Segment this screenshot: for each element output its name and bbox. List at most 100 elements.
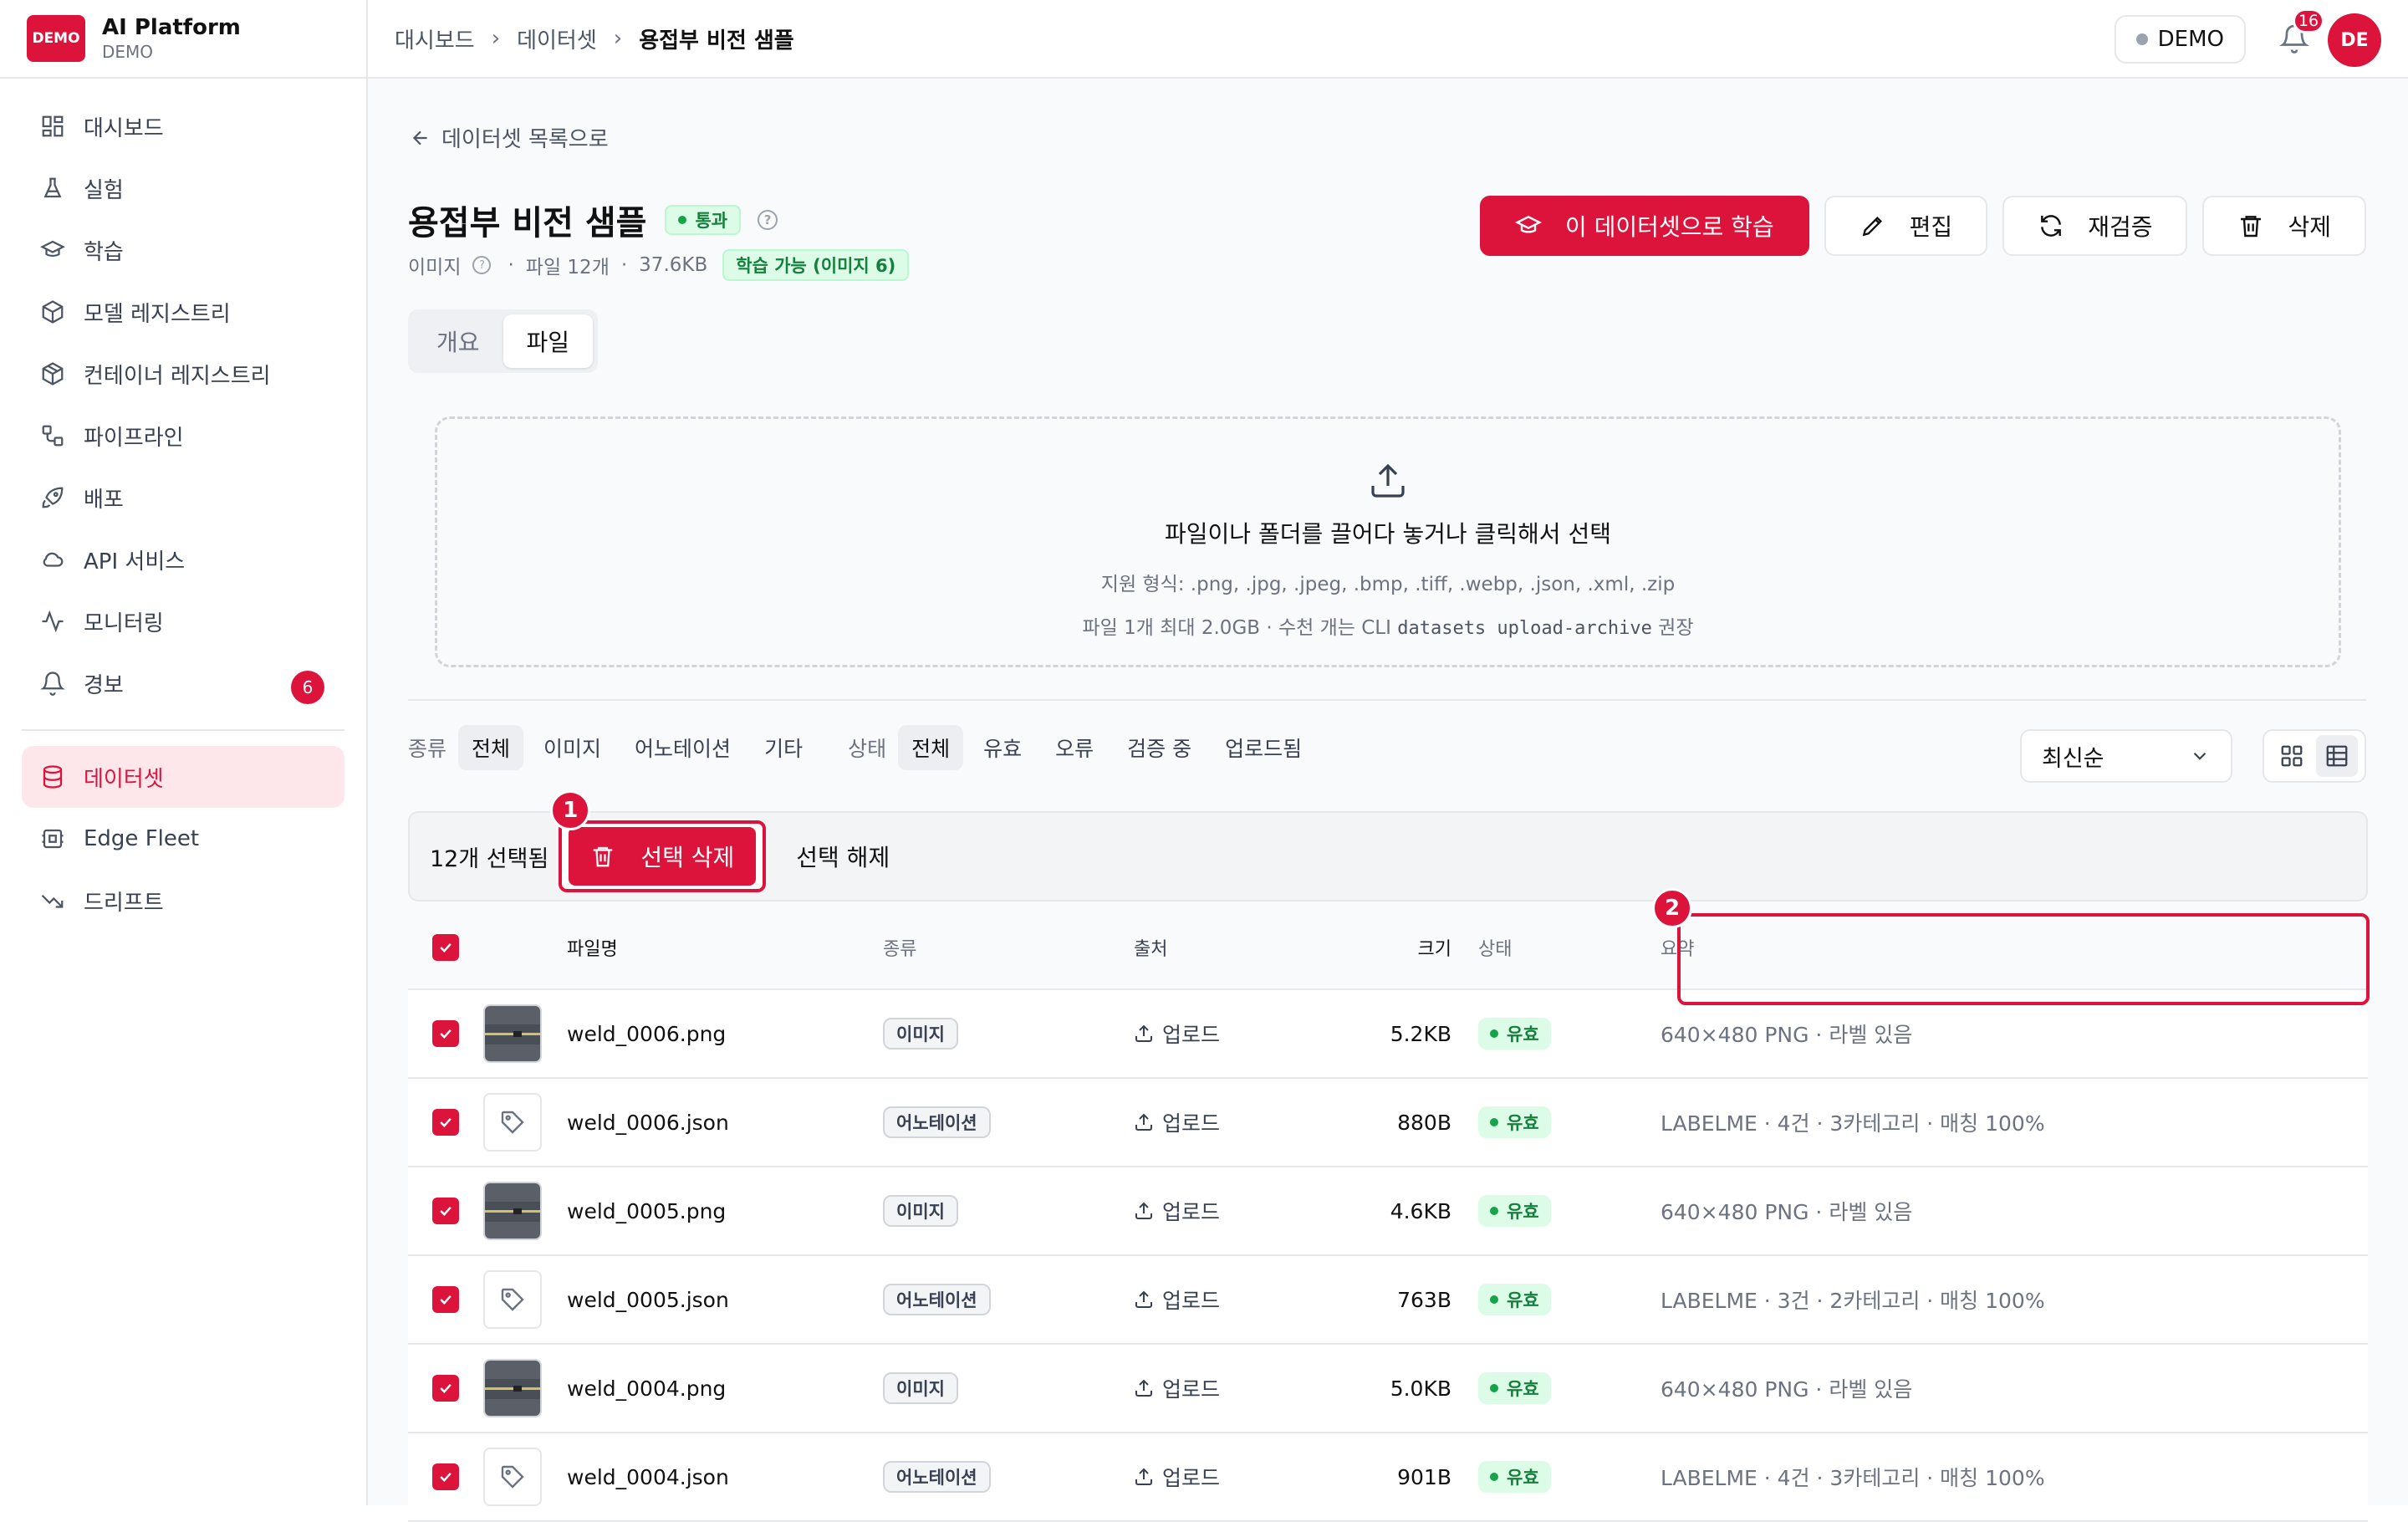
thumbnail-cell: [483, 1093, 567, 1152]
file-name[interactable]: weld_0004.json: [567, 1465, 883, 1489]
sidebar-item-dashboard[interactable]: 대시보드: [0, 95, 366, 157]
table-row[interactable]: weld_0005.png 이미지 업로드 4.6KB 유효 640×480 PNG · …: [408, 1167, 2368, 1256]
sidebar-item-alerts[interactable]: 경보 6: [0, 652, 366, 714]
file-dropzone[interactable]: 파일이나 폴더를 끌어다 놓거나 클릭해서 선택 지원 형식: .png, .j…: [435, 416, 2341, 667]
thumbnail-cell: [483, 1270, 567, 1329]
train-with-dataset-button[interactable]: 이 데이터셋으로 학습: [1480, 196, 1809, 256]
sidebar-nav: 대시보드 실험 학습 모델 레지스트리 컨테이너 레지스트리 파이프라인 배포: [0, 79, 366, 932]
column-header-source[interactable]: 출처: [1134, 934, 1343, 961]
status-filter-error[interactable]: 오류: [1042, 725, 1107, 770]
sidebar: DEMO AI Platform DEMO 대시보드 실험 학습 모델 레지스트…: [0, 0, 368, 1505]
status-filter-uploaded[interactable]: 업로드됨: [1212, 725, 1315, 770]
edit-button[interactable]: 편집: [1824, 196, 1988, 256]
file-name[interactable]: weld_0005.json: [567, 1288, 883, 1312]
breadcrumb-item[interactable]: 대시보드: [395, 23, 475, 54]
status-dot-icon: [1490, 1207, 1498, 1215]
status-cell: 유효: [1451, 1372, 1635, 1404]
sidebar-item-drift[interactable]: 드리프트: [0, 870, 366, 932]
type-cell: 이미지: [883, 1372, 1134, 1404]
file-name[interactable]: weld_0006.png: [567, 1022, 883, 1046]
file-size: 4.6KB: [1390, 1198, 1451, 1223]
sidebar-item-training[interactable]: 학습: [0, 219, 366, 281]
row-checkbox[interactable]: [432, 1020, 459, 1047]
brand[interactable]: DEMO AI Platform DEMO: [0, 0, 366, 79]
tab-overview[interactable]: 개요: [413, 314, 503, 368]
help-icon[interactable]: ?: [472, 256, 492, 274]
file-name[interactable]: weld_0006.json: [567, 1111, 883, 1135]
view-toggle: [2263, 729, 2366, 783]
source-label: 업로드: [1162, 1023, 1221, 1047]
sidebar-item-api-services[interactable]: API 서비스: [0, 529, 366, 590]
file-name[interactable]: weld_0004.png: [567, 1376, 883, 1401]
kind-filter-image[interactable]: 이미지: [530, 725, 615, 770]
column-header-type[interactable]: 종류: [883, 934, 1134, 961]
sidebar-item-model-registry[interactable]: 모델 레지스트리: [0, 281, 366, 343]
bulk-delete-button[interactable]: 선택 삭제: [569, 827, 757, 886]
tab-files[interactable]: 파일: [503, 314, 594, 368]
delete-button[interactable]: 삭제: [2202, 196, 2366, 256]
file-summary: 640×480 PNG · 라벨 있음: [1661, 1200, 1913, 1224]
sidebar-item-monitoring[interactable]: 모니터링: [0, 590, 366, 652]
status-badge: 유효: [1478, 1284, 1551, 1315]
action-bar: 이 데이터셋으로 학습 편집 재검증 삭제: [1465, 196, 2366, 256]
table-row[interactable]: weld_0004.png 이미지 업로드 5.0KB 유효 640×480 PNG · …: [408, 1345, 2368, 1433]
sort-select[interactable]: 최신순: [2020, 729, 2232, 783]
dropzone-limit-suffix: 권장: [1658, 617, 1694, 639]
image-thumbnail[interactable]: [483, 1004, 542, 1063]
column-header-name[interactable]: 파일명: [567, 934, 883, 961]
status-dot-icon: [1490, 1473, 1498, 1481]
environment-switcher[interactable]: DEMO: [2114, 15, 2246, 64]
chevron-down-icon: [2193, 752, 2206, 760]
table-row[interactable]: weld_0004.json 어노테이션 업로드 901B 유효 LABELME · 4건…: [408, 1433, 2368, 1522]
row-checkbox[interactable]: [432, 1375, 459, 1402]
column-header-size[interactable]: 크기: [1343, 934, 1451, 961]
back-link[interactable]: 데이터셋 목록으로: [410, 122, 609, 153]
revalidate-button[interactable]: 재검증: [2002, 196, 2188, 256]
status-label: 유효: [1507, 1379, 1539, 1399]
sidebar-item-deploy[interactable]: 배포: [0, 467, 366, 529]
status-badge: 통과: [665, 205, 742, 235]
select-all-checkbox[interactable]: [432, 934, 459, 961]
kind-filter-other[interactable]: 기타: [751, 725, 816, 770]
image-thumbnail[interactable]: [483, 1359, 542, 1417]
clear-selection-button[interactable]: 선택 해제: [796, 840, 890, 873]
sidebar-item-pipelines[interactable]: 파이프라인: [0, 405, 366, 467]
help-icon[interactable]: ?: [758, 210, 778, 230]
arrow-left-icon: [412, 130, 427, 145]
status-badge: 유효: [1478, 1195, 1551, 1227]
status-filter-valid[interactable]: 유효: [970, 725, 1035, 770]
bell-icon: [40, 671, 65, 696]
image-thumbnail[interactable]: [483, 1182, 542, 1240]
status-filter-all[interactable]: 전체: [898, 725, 964, 770]
sidebar-item-edge-fleet[interactable]: Edge Fleet: [0, 808, 366, 870]
table-icon: [2326, 745, 2348, 767]
kind-filter-annotation[interactable]: 어노테이션: [621, 725, 744, 770]
row-checkbox-cell: [408, 1463, 483, 1490]
table-row[interactable]: weld_0005.json 어노테이션 업로드 763B 유효 LABELME · 3건…: [408, 1256, 2368, 1345]
grid-view-button[interactable]: [2271, 735, 2313, 777]
status-filter-validating[interactable]: 검증 중: [1114, 725, 1205, 770]
sidebar-item-label: 모니터링: [84, 610, 164, 636]
cloud-icon: [40, 547, 65, 572]
sort-select-value: 최신순: [2042, 745, 2104, 772]
sidebar-item-label: 파이프라인: [84, 425, 184, 451]
status-dot-icon: [2135, 33, 2148, 45]
sidebar-item-container-registry[interactable]: 컨테이너 레지스트리: [0, 343, 366, 405]
row-checkbox-cell: [408, 1198, 483, 1224]
row-checkbox[interactable]: [432, 1286, 459, 1313]
check-icon: [440, 1206, 452, 1216]
row-checkbox[interactable]: [432, 1109, 459, 1136]
sidebar-item-datasets[interactable]: 데이터셋: [22, 746, 344, 808]
row-checkbox[interactable]: [432, 1463, 459, 1490]
sidebar-item-experiments[interactable]: 실험: [0, 157, 366, 219]
status-label: 유효: [1507, 1202, 1539, 1222]
column-header-status[interactable]: 상태: [1451, 934, 1635, 961]
table-view-button[interactable]: [2316, 735, 2358, 777]
meta-size: 37.6KB: [639, 254, 708, 276]
file-name[interactable]: weld_0005.png: [567, 1199, 883, 1223]
kind-filter-all[interactable]: 전체: [458, 725, 524, 770]
table-row[interactable]: weld_0006.json 어노테이션 업로드 880B 유효 LABELME · 4건…: [408, 1079, 2368, 1167]
breadcrumb-item[interactable]: 데이터셋: [517, 23, 597, 54]
avatar[interactable]: DE: [2328, 13, 2381, 67]
row-checkbox[interactable]: [432, 1198, 459, 1224]
